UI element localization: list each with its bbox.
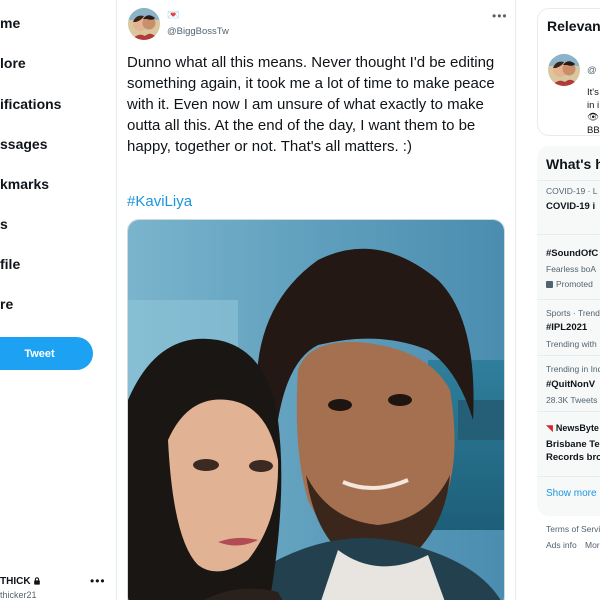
relevant-people-title: Relevant <box>547 18 600 34</box>
footer-terms-link[interactable]: Terms of Servi <box>546 524 600 534</box>
relevant-people-panel: Relevant @ It's in i 👁 BB <box>537 8 600 136</box>
divider <box>537 299 600 300</box>
trend-title: COVID-19 i <box>546 201 596 212</box>
relevant-bio-line4: BB <box>587 125 600 136</box>
footer-more-link[interactable]: More <box>585 540 600 550</box>
eye-icon: 👁 <box>587 112 600 123</box>
divider <box>537 476 600 477</box>
nav-item-home[interactable]: me <box>0 15 20 31</box>
display-name-emoji: 💌 <box>167 10 180 21</box>
show-more-link[interactable]: Show more <box>546 488 597 499</box>
divider <box>537 411 600 412</box>
right-sidebar: Relevant @ It's in i 👁 BB What's h COVID… <box>537 0 600 600</box>
nav-item-more[interactable]: re <box>0 296 13 312</box>
account-switcher[interactable]: THICK thicker21 ••• <box>0 570 117 600</box>
promoted-text: Promoted <box>556 279 593 289</box>
tweet-photo[interactable] <box>127 219 505 600</box>
divider <box>537 180 600 181</box>
news-source-text: NewsByte <box>555 423 599 433</box>
nav-item-notifications[interactable]: ifications <box>0 96 61 112</box>
trend-title: #SoundOfC <box>546 248 599 259</box>
avatar[interactable] <box>128 8 160 40</box>
lock-icon <box>33 577 40 585</box>
trends-panel: What's h COVID-19 · L COVID-19 i #SoundO… <box>537 146 600 516</box>
nav-item-explore[interactable]: lore <box>0 55 26 71</box>
left-nav: me lore ifications ssages kmarks s file … <box>0 0 117 600</box>
author-handle[interactable]: @BiggBossTw <box>167 26 229 37</box>
trends-title: What's h <box>546 156 600 172</box>
trend-context: Trending in Ind <box>546 364 600 374</box>
divider <box>537 234 600 235</box>
trend-context: COVID-19 · L <box>546 186 598 196</box>
trend-context: Sports · Trend <box>546 308 600 318</box>
newsbytes-icon: ◥ <box>546 423 553 433</box>
trend-title: #QuitNonV <box>546 379 596 390</box>
news-title-line2: Records bro <box>546 452 600 463</box>
relevant-bio-line2: in i <box>587 100 600 111</box>
account-name-text: THICK <box>0 576 31 587</box>
tweet-more-icon[interactable]: ••• <box>492 9 508 23</box>
trend-meta: 28.3K Tweets <box>546 395 598 405</box>
trend-meta: Trending with <box>546 339 597 349</box>
relevant-bio-line1: It's <box>587 87 599 98</box>
relevant-handle[interactable]: @ <box>587 65 597 76</box>
account-name: THICK <box>0 576 41 587</box>
promoted-label: Promoted <box>546 279 593 289</box>
news-title-line1: Brisbane Te <box>546 439 600 450</box>
relevant-avatar[interactable] <box>548 54 580 86</box>
trend-title: #IPL2021 <box>546 322 588 333</box>
nav-item-profile[interactable]: file <box>0 256 20 272</box>
tweet-button[interactable]: Tweet <box>0 337 93 370</box>
divider <box>537 355 600 356</box>
nav-item-lists[interactable]: s <box>0 216 8 232</box>
nav-item-messages[interactable]: ssages <box>0 136 47 152</box>
hashtag-link[interactable]: #KaviLiya <box>127 193 192 210</box>
tweet-column: 💌 @BiggBossTw ••• Dunno what all this me… <box>117 0 516 600</box>
footer-ads-info-link[interactable]: Ads info <box>546 540 577 550</box>
trend-description: Fearless boA <box>546 264 597 274</box>
promoted-icon <box>546 281 553 288</box>
tweet-text: Dunno what all this means. Never thought… <box>127 54 495 155</box>
nav-item-bookmarks[interactable]: kmarks <box>0 176 49 192</box>
news-source: ◥ NewsByte <box>546 423 599 434</box>
account-more-icon[interactable]: ••• <box>90 574 106 588</box>
account-handle: thicker21 <box>0 590 37 600</box>
